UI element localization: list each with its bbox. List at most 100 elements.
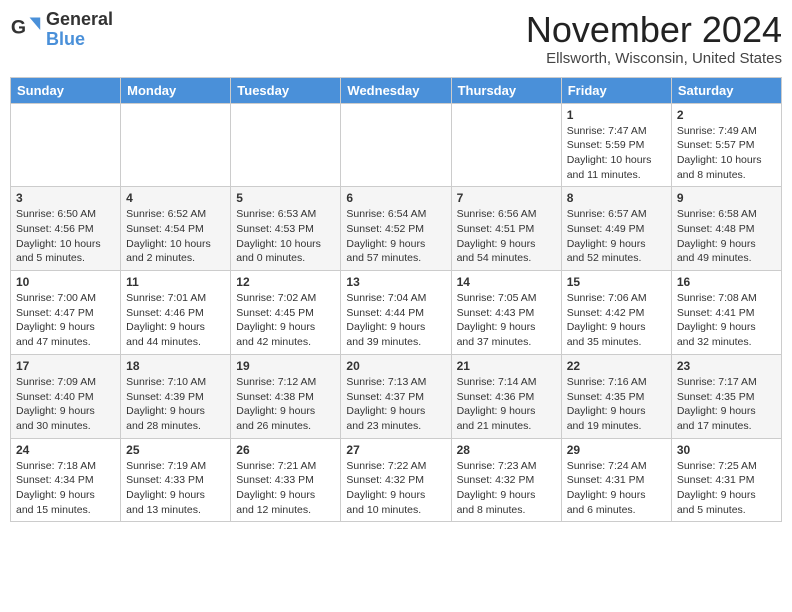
day-number: 14 [457, 275, 556, 289]
calendar-week-row: 17 Sunrise: 7:09 AM Sunset: 4:40 PM Dayli… [11, 354, 782, 438]
calendar-day: 2 Sunrise: 7:49 AM Sunset: 5:57 PM Daylig… [671, 103, 781, 187]
day-number: 5 [236, 191, 335, 205]
calendar-day: 21 Sunrise: 7:14 AM Sunset: 4:36 PM Dayli… [451, 354, 561, 438]
day-number: 25 [126, 443, 225, 457]
day-number: 8 [567, 191, 666, 205]
calendar-empty [341, 103, 451, 187]
day-number: 16 [677, 275, 776, 289]
day-info: Sunrise: 6:56 AM Sunset: 4:51 PM Dayligh… [457, 207, 556, 266]
day-info: Sunrise: 7:14 AM Sunset: 4:36 PM Dayligh… [457, 375, 556, 434]
day-info: Sunrise: 7:16 AM Sunset: 4:35 PM Dayligh… [567, 375, 666, 434]
calendar-week-row: 1Sunrise: 7:47 AM Sunset: 5:59 PM Daylig… [11, 103, 782, 187]
logo-general: General [46, 9, 113, 29]
logo-icon: G [10, 14, 42, 46]
day-info: Sunrise: 7:49 AM Sunset: 5:57 PM Dayligh… [677, 124, 776, 183]
day-number: 26 [236, 443, 335, 457]
calendar-day: 5 Sunrise: 6:53 AM Sunset: 4:53 PM Daylig… [231, 187, 341, 271]
calendar-day: 17 Sunrise: 7:09 AM Sunset: 4:40 PM Dayli… [11, 354, 121, 438]
day-number: 27 [346, 443, 445, 457]
day-info: Sunrise: 6:54 AM Sunset: 4:52 PM Dayligh… [346, 207, 445, 266]
day-info: Sunrise: 7:22 AM Sunset: 4:32 PM Dayligh… [346, 459, 445, 518]
calendar-table: SundayMondayTuesdayWednesdayThursdayFrid… [10, 77, 782, 523]
day-info: Sunrise: 6:52 AM Sunset: 4:54 PM Dayligh… [126, 207, 225, 266]
day-number: 6 [346, 191, 445, 205]
calendar-empty [451, 103, 561, 187]
calendar-day: 23 Sunrise: 7:17 AM Sunset: 4:35 PM Dayli… [671, 354, 781, 438]
title-block: November 2024 Ellsworth, Wisconsin, Unit… [526, 10, 782, 67]
day-info: Sunrise: 7:09 AM Sunset: 4:40 PM Dayligh… [16, 375, 115, 434]
calendar-day: 12 Sunrise: 7:02 AM Sunset: 4:45 PM Dayli… [231, 271, 341, 355]
day-info: Sunrise: 7:01 AM Sunset: 4:46 PM Dayligh… [126, 291, 225, 350]
day-number: 9 [677, 191, 776, 205]
weekday-header: Monday [121, 77, 231, 103]
calendar-empty [231, 103, 341, 187]
day-info: Sunrise: 7:17 AM Sunset: 4:35 PM Dayligh… [677, 375, 776, 434]
day-number: 21 [457, 359, 556, 373]
weekday-header: Friday [561, 77, 671, 103]
day-info: Sunrise: 7:25 AM Sunset: 4:31 PM Dayligh… [677, 459, 776, 518]
calendar-day: 20Sunrise: 7:13 AM Sunset: 4:37 PM Dayli… [341, 354, 451, 438]
day-info: Sunrise: 7:12 AM Sunset: 4:38 PM Dayligh… [236, 375, 335, 434]
day-number: 18 [126, 359, 225, 373]
weekday-header: Tuesday [231, 77, 341, 103]
weekday-header: Wednesday [341, 77, 451, 103]
day-info: Sunrise: 7:08 AM Sunset: 4:41 PM Dayligh… [677, 291, 776, 350]
month-title: November 2024 [526, 10, 782, 50]
calendar-day: 16 Sunrise: 7:08 AM Sunset: 4:41 PM Dayli… [671, 271, 781, 355]
calendar-day: 25 Sunrise: 7:19 AM Sunset: 4:33 PM Dayli… [121, 438, 231, 522]
calendar-empty [121, 103, 231, 187]
day-number: 15 [567, 275, 666, 289]
day-info: Sunrise: 6:58 AM Sunset: 4:48 PM Dayligh… [677, 207, 776, 266]
calendar-day: 22 Sunrise: 7:16 AM Sunset: 4:35 PM Dayli… [561, 354, 671, 438]
calendar-day: 30Sunrise: 7:25 AM Sunset: 4:31 PM Dayli… [671, 438, 781, 522]
day-number: 24 [16, 443, 115, 457]
calendar-day: 13Sunrise: 7:04 AM Sunset: 4:44 PM Dayli… [341, 271, 451, 355]
calendar-header-row: SundayMondayTuesdayWednesdayThursdayFrid… [11, 77, 782, 103]
weekday-header: Thursday [451, 77, 561, 103]
day-number: 17 [16, 359, 115, 373]
day-number: 10 [16, 275, 115, 289]
calendar-day: 6 Sunrise: 6:54 AM Sunset: 4:52 PM Daylig… [341, 187, 451, 271]
day-number: 7 [457, 191, 556, 205]
calendar-day: 19Sunrise: 7:12 AM Sunset: 4:38 PM Dayli… [231, 354, 341, 438]
calendar-day: 27 Sunrise: 7:22 AM Sunset: 4:32 PM Dayli… [341, 438, 451, 522]
calendar-day: 7 Sunrise: 6:56 AM Sunset: 4:51 PM Daylig… [451, 187, 561, 271]
location: Ellsworth, Wisconsin, United States [526, 50, 782, 67]
day-info: Sunrise: 7:23 AM Sunset: 4:32 PM Dayligh… [457, 459, 556, 518]
day-number: 3 [16, 191, 115, 205]
calendar-day: 26Sunrise: 7:21 AM Sunset: 4:33 PM Dayli… [231, 438, 341, 522]
calendar-day: 15 Sunrise: 7:06 AM Sunset: 4:42 PM Dayli… [561, 271, 671, 355]
calendar-day: 1Sunrise: 7:47 AM Sunset: 5:59 PM Daylig… [561, 103, 671, 187]
day-info: Sunrise: 7:19 AM Sunset: 4:33 PM Dayligh… [126, 459, 225, 518]
weekday-header: Saturday [671, 77, 781, 103]
day-info: Sunrise: 7:24 AM Sunset: 4:31 PM Dayligh… [567, 459, 666, 518]
day-number: 11 [126, 275, 225, 289]
day-number: 28 [457, 443, 556, 457]
day-info: Sunrise: 6:53 AM Sunset: 4:53 PM Dayligh… [236, 207, 335, 266]
page-header: G General Blue November 2024 Ellsworth, … [10, 10, 782, 67]
weekday-header: Sunday [11, 77, 121, 103]
day-number: 2 [677, 108, 776, 122]
day-info: Sunrise: 7:05 AM Sunset: 4:43 PM Dayligh… [457, 291, 556, 350]
day-number: 4 [126, 191, 225, 205]
calendar-day: 10 Sunrise: 7:00 AM Sunset: 4:47 PM Dayli… [11, 271, 121, 355]
day-info: Sunrise: 7:06 AM Sunset: 4:42 PM Dayligh… [567, 291, 666, 350]
calendar-week-row: 3Sunrise: 6:50 AM Sunset: 4:56 PM Daylig… [11, 187, 782, 271]
day-number: 22 [567, 359, 666, 373]
day-info: Sunrise: 7:10 AM Sunset: 4:39 PM Dayligh… [126, 375, 225, 434]
day-number: 12 [236, 275, 335, 289]
calendar-day: 28 Sunrise: 7:23 AM Sunset: 4:32 PM Dayli… [451, 438, 561, 522]
day-info: Sunrise: 7:00 AM Sunset: 4:47 PM Dayligh… [16, 291, 115, 350]
day-number: 20 [346, 359, 445, 373]
calendar-day: 4 Sunrise: 6:52 AM Sunset: 4:54 PM Daylig… [121, 187, 231, 271]
calendar-day: 11 Sunrise: 7:01 AM Sunset: 4:46 PM Dayli… [121, 271, 231, 355]
day-info: Sunrise: 7:47 AM Sunset: 5:59 PM Dayligh… [567, 124, 666, 183]
day-info: Sunrise: 7:02 AM Sunset: 4:45 PM Dayligh… [236, 291, 335, 350]
calendar-day: 9 Sunrise: 6:58 AM Sunset: 4:48 PM Daylig… [671, 187, 781, 271]
day-number: 23 [677, 359, 776, 373]
logo: G General Blue [10, 10, 113, 50]
logo-blue: Blue [46, 29, 85, 49]
calendar-week-row: 10 Sunrise: 7:00 AM Sunset: 4:47 PM Dayli… [11, 271, 782, 355]
calendar-empty [11, 103, 121, 187]
calendar-day: 29Sunrise: 7:24 AM Sunset: 4:31 PM Dayli… [561, 438, 671, 522]
